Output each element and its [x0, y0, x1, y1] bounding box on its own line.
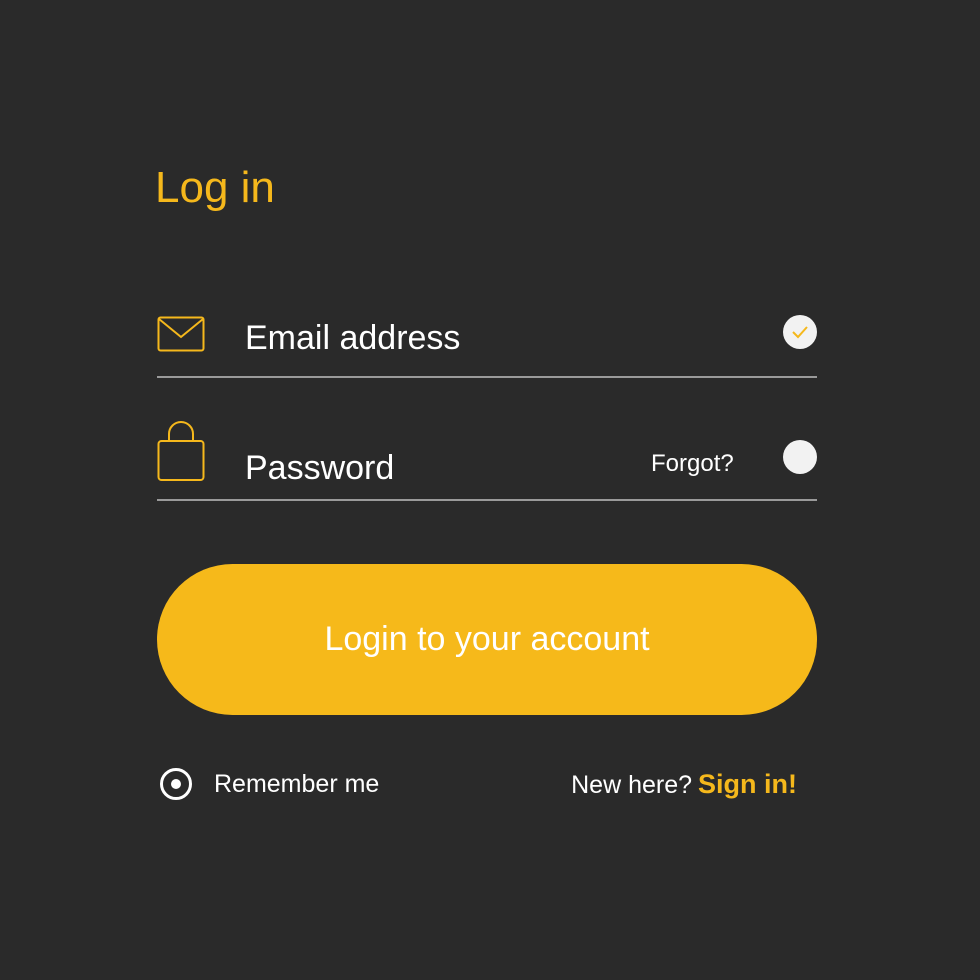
signup-prompt: New here? Sign in!	[571, 765, 797, 803]
remember-me-option[interactable]: Remember me	[160, 765, 379, 803]
password-input[interactable]	[245, 446, 625, 490]
page-title: Log in	[155, 163, 275, 212]
email-field-row	[157, 300, 817, 378]
remember-me-radio[interactable]	[160, 768, 192, 800]
password-status-indicator	[783, 440, 817, 474]
signup-prompt-text: New here?	[571, 771, 693, 799]
sign-in-link[interactable]: Sign in!	[698, 769, 797, 799]
padlock-icon	[157, 420, 205, 487]
password-field-row: Forgot?	[157, 420, 817, 501]
envelope-icon	[157, 316, 205, 357]
forgot-password-link[interactable]: Forgot?	[651, 448, 734, 480]
email-valid-indicator	[783, 315, 817, 349]
radio-selected-dot	[171, 779, 181, 789]
checkmark-icon	[792, 326, 808, 339]
email-input[interactable]	[245, 316, 625, 360]
remember-me-label: Remember me	[214, 769, 380, 798]
login-button[interactable]: Login to your account	[157, 564, 817, 715]
